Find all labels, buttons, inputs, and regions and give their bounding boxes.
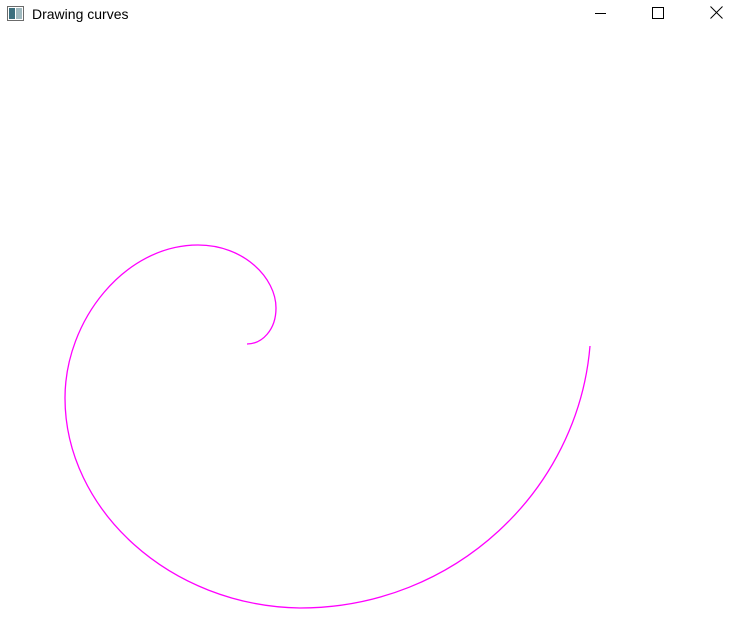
close-button[interactable]: [693, 0, 737, 30]
minimize-button[interactable]: [577, 0, 623, 30]
curve-svg: [64, 244, 591, 609]
minimize-icon: [594, 6, 606, 24]
app-window-icon: [7, 6, 24, 21]
maximize-icon: [652, 6, 664, 24]
spiral-curve: [64, 244, 591, 609]
close-icon: [709, 6, 723, 24]
window-title: Drawing curves: [32, 6, 129, 22]
maximize-button[interactable]: [635, 0, 681, 30]
app-window: Drawing curves: [0, 0, 737, 635]
drawing-canvas[interactable]: [0, 30, 737, 635]
title-bar[interactable]: Drawing curves: [0, 0, 737, 30]
